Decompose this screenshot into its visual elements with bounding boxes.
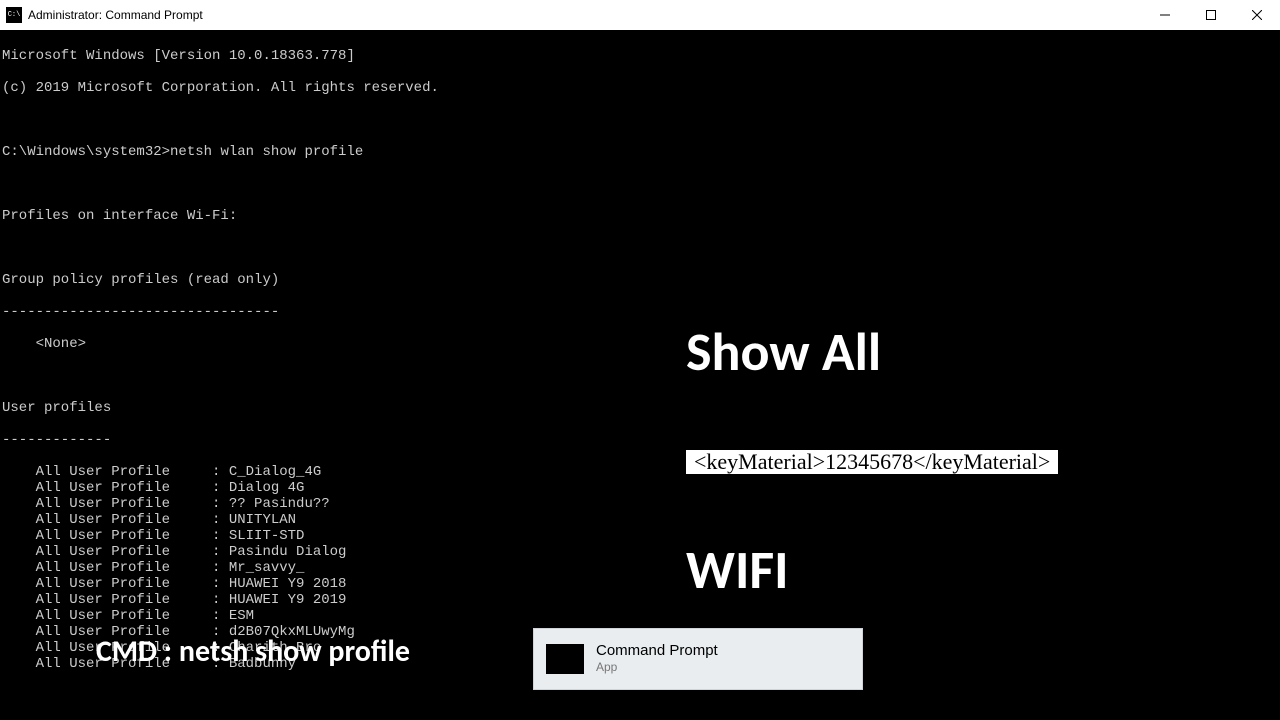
profile-line: All User Profile : Dialog 4G xyxy=(2,480,1280,496)
keymaterial-box: <keyMaterial>12345678</keyMaterial> xyxy=(686,450,1058,474)
search-result-command-prompt[interactable]: Command Prompt App xyxy=(533,628,863,690)
search-result-title: Command Prompt xyxy=(596,643,718,659)
blank-line xyxy=(2,240,1280,256)
cmd-app-icon xyxy=(546,644,584,674)
profile-line: All User Profile : Mr_savvy_ xyxy=(2,560,1280,576)
heading-line: WIFI xyxy=(686,534,900,607)
window-title: Administrator: Command Prompt xyxy=(28,8,203,22)
window-titlebar: C:\ Administrator: Command Prompt xyxy=(0,0,1280,30)
cmd-icon: C:\ xyxy=(6,7,22,23)
close-button[interactable] xyxy=(1234,0,1280,30)
cmd-label: CMD : netsh show profile xyxy=(96,644,410,660)
maximize-button[interactable] xyxy=(1188,0,1234,30)
profile-line: All User Profile : SLIIT-STD xyxy=(2,528,1280,544)
terminal-output[interactable]: Microsoft Windows [Version 10.0.18363.77… xyxy=(0,30,1280,720)
profile-line: All User Profile : ?? Pasindu?? xyxy=(2,496,1280,512)
blank-line xyxy=(2,688,1280,704)
heading-line: Show All xyxy=(686,316,900,389)
profile-line: All User Profile : UNITYLAN xyxy=(2,512,1280,528)
prompt-line: C:\Windows\system32>netsh wlan show prof… xyxy=(2,144,1280,160)
blank-line xyxy=(2,176,1280,192)
dashes: ------------- xyxy=(2,432,1280,448)
none-line: <None> xyxy=(2,336,1280,352)
interface-header: Profiles on interface Wi-Fi: xyxy=(2,208,1280,224)
profile-line: All User Profile : ESM xyxy=(2,608,1280,624)
blank-line xyxy=(2,368,1280,384)
blank-line xyxy=(2,112,1280,128)
group-policy-header: Group policy profiles (read only) xyxy=(2,272,1280,288)
profile-line: All User Profile : HUAWEI Y9 2018 xyxy=(2,576,1280,592)
profile-line: All User Profile : C_Dialog_4G xyxy=(2,464,1280,480)
window-controls xyxy=(1142,0,1280,30)
copyright-line: (c) 2019 Microsoft Corporation. All righ… xyxy=(2,80,1280,96)
dashes: --------------------------------- xyxy=(2,304,1280,320)
minimize-button[interactable] xyxy=(1142,0,1188,30)
profile-line: All User Profile : HUAWEI Y9 2019 xyxy=(2,592,1280,608)
profile-line: All User Profile : Pasindu Dialog xyxy=(2,544,1280,560)
user-profiles-header: User profiles xyxy=(2,400,1280,416)
search-result-subtitle: App xyxy=(596,659,718,675)
search-result-text: Command Prompt App xyxy=(596,643,718,675)
version-line: Microsoft Windows [Version 10.0.18363.77… xyxy=(2,48,1280,64)
